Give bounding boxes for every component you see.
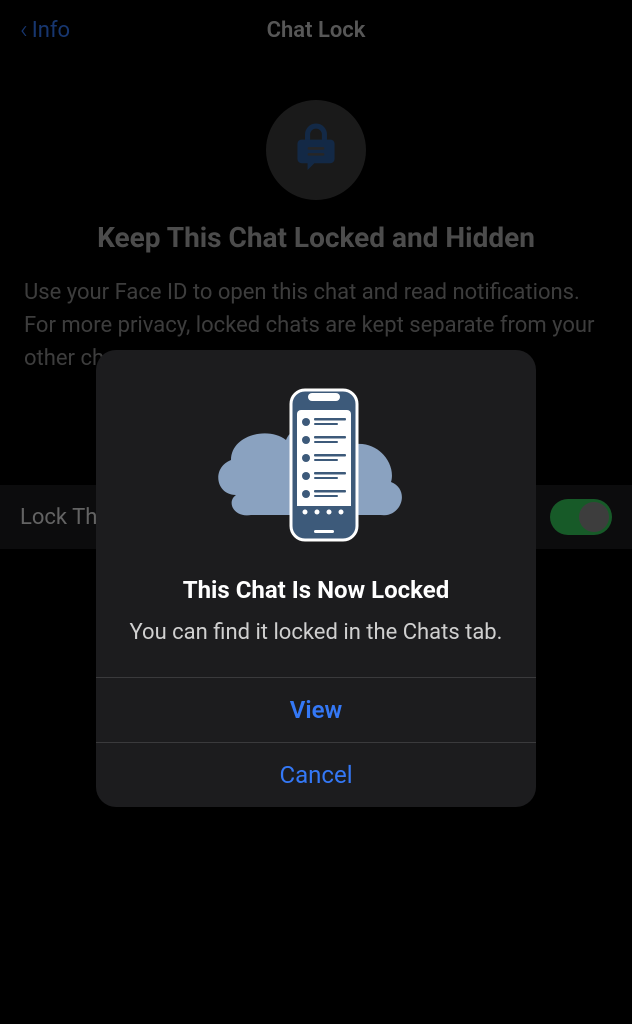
modal-message: You can find it locked in the Chats tab. <box>130 618 503 649</box>
modal-actions: View Cancel <box>96 677 536 807</box>
modal-body: This Chat Is Now Locked You can find it … <box>96 350 536 677</box>
cancel-button[interactable]: Cancel <box>96 742 536 807</box>
modal-overlay: This Chat Is Now Locked You can find it … <box>0 0 632 1024</box>
view-button[interactable]: View <box>96 678 536 742</box>
modal-illustration <box>196 380 436 550</box>
modal-title: This Chat Is Now Locked <box>183 576 450 604</box>
confirmation-modal: This Chat Is Now Locked You can find it … <box>96 350 536 807</box>
